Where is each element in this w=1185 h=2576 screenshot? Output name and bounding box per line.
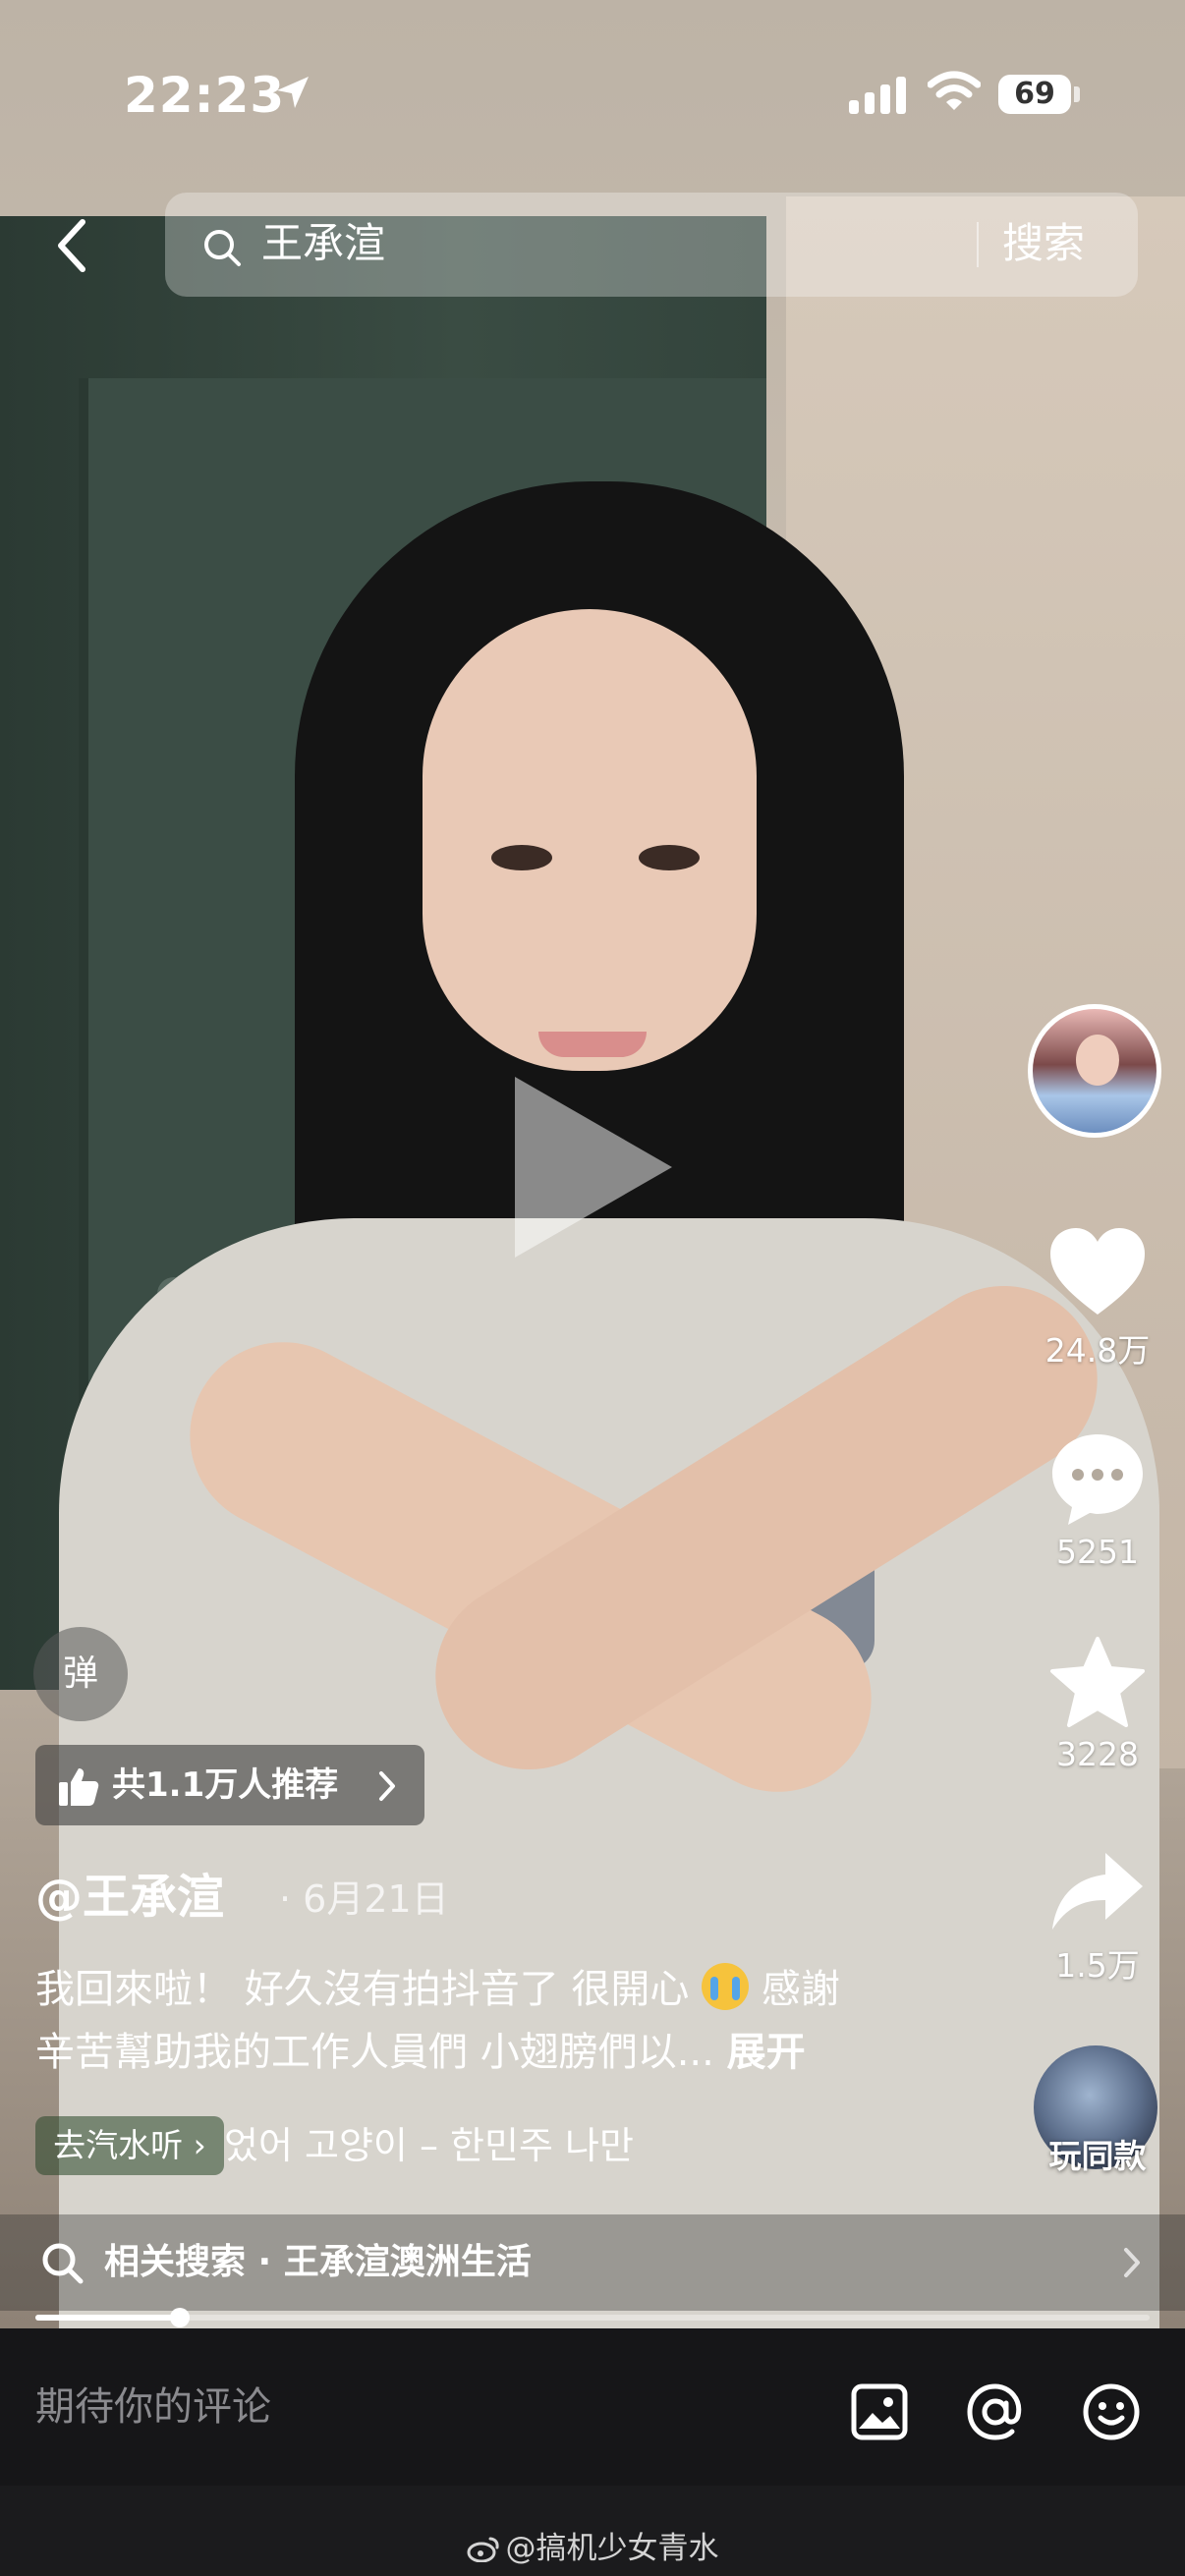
search-button[interactable]: 搜索	[1002, 214, 1085, 273]
related-search-text: 相关搜索 · 王承渲澳洲生活	[104, 2242, 532, 2282]
music-title[interactable]: 었어 고양이 – 한민주 나만	[224, 2116, 634, 2175]
wifi-icon	[928, 71, 981, 110]
person-eye-left	[491, 845, 552, 870]
progress-bar[interactable]	[35, 2308, 1150, 2327]
share-count: 1.5万	[1055, 1946, 1140, 1985]
thumbs-up-icon	[59, 1768, 99, 1806]
same-style-label[interactable]: 玩同款	[1028, 2130, 1167, 2177]
watermark: @搞机少女青水	[0, 2523, 1185, 2567]
favorite-count: 3228	[1056, 1735, 1139, 1773]
share-button[interactable]: 1.5万	[1028, 1849, 1167, 1987]
star-icon	[1050, 1637, 1145, 1727]
like-button[interactable]: 24.8万	[1028, 1226, 1167, 1372]
play-icon[interactable]	[515, 1077, 672, 1258]
battery-nub	[1074, 86, 1080, 102]
danmu-toggle[interactable]: 弹	[33, 1627, 128, 1721]
comment-input[interactable]: 期待你的评论	[35, 2328, 271, 2486]
avatar-face	[1076, 1035, 1119, 1086]
at-icon[interactable]	[965, 2381, 1026, 2442]
comment-bar: 期待你的评论	[0, 2328, 1185, 2486]
status-bar: 22:23 69	[0, 0, 1185, 196]
music-tag-label: 去汽水听	[53, 2126, 184, 2164]
favorite-button[interactable]: 3228	[1028, 1635, 1167, 1773]
caption-line-1: 我回來啦！ 好久沒有拍抖音了 很開心 感謝	[35, 1961, 1008, 2018]
author-avatar[interactable]	[1028, 1004, 1161, 1138]
person-lips	[538, 1032, 647, 1057]
caption-line-2: 辛苦幫助我的工作人員們 小翅膀們以... 展开	[35, 2024, 1008, 2081]
status-time: 22:23	[124, 67, 286, 124]
search-icon	[204, 230, 241, 266]
search-bar[interactable]: 王承渲 搜索	[165, 193, 1138, 297]
caption-text-b: 感謝	[761, 1967, 840, 2012]
search-divider	[977, 222, 979, 267]
share-icon	[1052, 1853, 1143, 1930]
search-icon	[42, 2243, 84, 2284]
author-name[interactable]: @王承渲	[35, 1863, 224, 1932]
post-date: · 6月21日	[279, 1877, 449, 1921]
person-face	[423, 609, 757, 1071]
progress-handle[interactable]	[170, 2308, 190, 2327]
search-input[interactable]: 王承渲	[261, 214, 385, 273]
chevron-right-icon	[1124, 2248, 1140, 2277]
related-search-bar[interactable]: 相关搜索 · 王承渲澳洲生活	[0, 2214, 1185, 2311]
image-icon[interactable]	[849, 2381, 910, 2442]
heart-icon	[1050, 1228, 1145, 1315]
weibo-icon	[467, 2537, 499, 2562]
watermark-text: @搞机少女青水	[505, 2531, 719, 2566]
comment-count: 5251	[1056, 1533, 1139, 1571]
caption-text-a: 我回來啦！ 好久沒有拍抖音了 很開心	[35, 1967, 690, 2012]
like-count: 24.8万	[1044, 1331, 1151, 1370]
video-player[interactable]: 22:23 69 王承渲 搜索 24.8万 5251 3228 1.5万 玩同款…	[0, 0, 1185, 2328]
progress-fill	[35, 2315, 180, 2321]
chevron-right-icon	[379, 1771, 395, 1801]
recommend-text: 共1.1万人推荐	[112, 1765, 339, 1805]
expand-button[interactable]: 展开	[727, 2030, 806, 2075]
comment-button[interactable]: 5251	[1028, 1430, 1167, 1571]
crying-emoji-icon	[702, 1963, 750, 2010]
recommend-pill[interactable]: 共1.1万人推荐	[35, 1745, 424, 1825]
music-row[interactable]: 去汽水听 › 었어 고양이 – 한민주 나만	[35, 2116, 1018, 2175]
comment-icon	[1052, 1434, 1143, 1525]
back-arrow-icon[interactable]	[45, 216, 104, 275]
caption-text-c: 辛苦幫助我的工作人員們 小翅膀們以...	[35, 2030, 727, 2075]
signal-icon	[849, 77, 906, 114]
battery-indicator: 69	[998, 75, 1071, 114]
emoji-icon[interactable]	[1081, 2381, 1142, 2442]
person-eye-right	[639, 845, 700, 870]
location-arrow-icon	[277, 77, 309, 108]
music-tag[interactable]: 去汽水听 ›	[35, 2116, 224, 2175]
post-date-text: 6月21日	[303, 1877, 449, 1921]
